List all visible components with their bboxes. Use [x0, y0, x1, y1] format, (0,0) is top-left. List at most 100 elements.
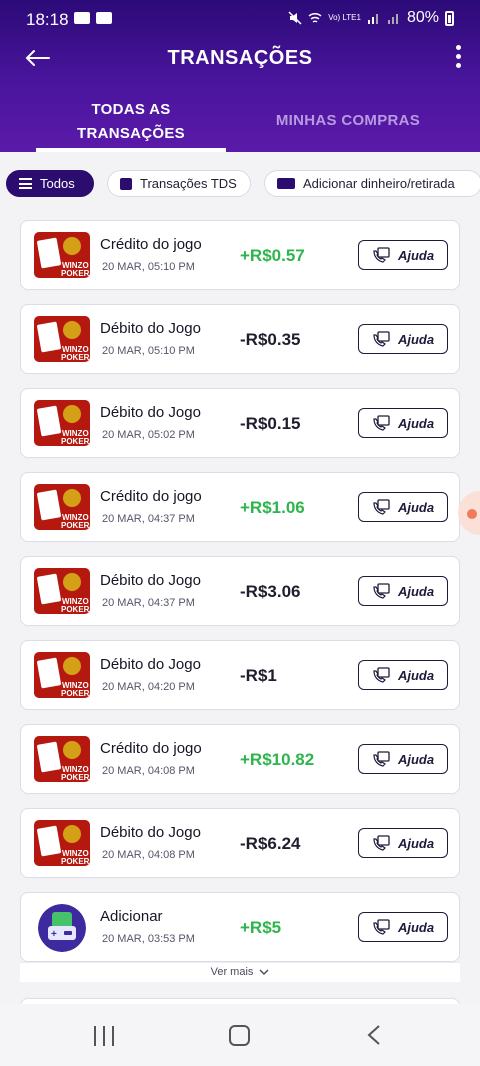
svg-text:POKER: POKER: [61, 857, 90, 866]
video-icon: [74, 12, 90, 24]
help-button[interactable]: Ajuda: [358, 240, 448, 270]
transaction-title: Crédito do jogo: [100, 740, 202, 757]
winzo-poker-icon: WINZOPOKER: [34, 400, 90, 446]
help-button[interactable]: Ajuda: [358, 912, 448, 942]
tab-bar: TODAS AS TRANSAÇÕES MINHAS COMPRAS: [0, 90, 480, 152]
list-icon: [19, 178, 32, 189]
svg-text:POKER: POKER: [61, 437, 90, 446]
support-phone-icon: [373, 583, 390, 599]
battery-percentage: 80%: [406, 9, 439, 26]
transaction-title: Débito do Jogo: [100, 824, 201, 841]
transaction-amount: +R$10.82: [240, 750, 315, 769]
transaction-title: Crédito do jogo: [100, 236, 202, 253]
winzo-poker-icon: WINZOPOKER: [34, 820, 90, 866]
svg-text:POKER: POKER: [61, 605, 90, 614]
transaction-card[interactable]: WINZO POKER Débito do Jogo 20 MAR, 05:02 …: [20, 388, 460, 458]
transaction-amount: -R$0.15: [240, 414, 301, 433]
help-button[interactable]: Ajuda: [358, 324, 448, 354]
filter-add-withdraw-chip[interactable]: Adicionar dinheiro/retirada: [264, 170, 480, 197]
status-indicators: Vo) LTE1 80%: [288, 9, 454, 27]
transaction-title: Débito do Jogo: [100, 572, 201, 589]
tab-all-transactions[interactable]: TODAS AS TRANSAÇÕES: [36, 90, 226, 152]
filter-all-label: Todos: [40, 176, 75, 191]
active-tab-indicator: [36, 148, 226, 152]
transaction-card[interactable]: WINZO POKER Débito do Jogo 20 MAR, 04:20 …: [20, 640, 460, 710]
filter-tds-chip[interactable]: Transações TDS: [107, 170, 251, 197]
status-bar: 18:18 Vo) LTE1 80%: [0, 0, 480, 38]
transaction-card[interactable]: WINZO POKER Crédito do jogo 20 MAR, 04:37…: [20, 472, 460, 542]
signal-2-icon: [387, 14, 398, 24]
transaction-title: Débito do Jogo: [100, 404, 201, 421]
transaction-date: 20 MAR, 04:37 PM: [102, 597, 195, 609]
help-label: Ajuda: [397, 499, 435, 515]
transaction-card[interactable]: WINZO POKER Crédito do jogo 20 MAR, 04:08…: [20, 724, 460, 794]
transaction-date: 20 MAR, 04:20 PM: [102, 681, 195, 693]
support-phone-icon: [373, 499, 390, 515]
help-label: Ajuda: [397, 583, 435, 599]
filter-all-chip[interactable]: Todos: [6, 170, 94, 197]
winzo-poker-icon: WINZOPOKER: [34, 568, 90, 614]
transaction-title: Adicionar: [100, 908, 163, 925]
transaction-date: 20 MAR, 04:37 PM: [102, 513, 195, 525]
svg-text:POKER: POKER: [61, 773, 90, 782]
status-time: 18:18: [26, 10, 69, 29]
more-options-icon[interactable]: [452, 43, 464, 71]
winzo-poker-icon: WINZOPOKER: [34, 316, 90, 362]
support-phone-icon: [373, 667, 390, 683]
transaction-date: 20 MAR, 04:08 PM: [102, 849, 195, 861]
help-label: Ajuda: [397, 247, 435, 263]
signal-icon: [367, 14, 378, 24]
help-button[interactable]: Ajuda: [358, 828, 448, 858]
svg-text:POKER: POKER: [61, 689, 90, 698]
gallery-icon: [96, 12, 112, 24]
chevron-down-icon: [259, 969, 269, 975]
filter-tds-label: Transações TDS: [140, 176, 237, 191]
wifi-icon: [308, 12, 322, 23]
transaction-date: 20 MAR, 05:02 PM: [102, 429, 195, 441]
help-button[interactable]: Ajuda: [358, 492, 448, 522]
document-icon: [120, 177, 132, 190]
transaction-date: 20 MAR, 05:10 PM: [102, 261, 195, 273]
transaction-card[interactable]: WINZO POKER Débito do Jogo 20 MAR, 05:10 …: [20, 304, 460, 374]
transaction-amount: +R$0.57: [240, 246, 305, 265]
tab-my-purchases-label: MINHAS COMPRAS: [275, 112, 421, 129]
battery-icon: [445, 10, 454, 26]
winzo-poker-icon: WINZOPOKER: [34, 232, 90, 278]
add-money-icon: +: [38, 904, 86, 952]
nav-back-icon[interactable]: [366, 1024, 382, 1046]
home-icon[interactable]: [229, 1025, 250, 1046]
transaction-card[interactable]: WINZO POKER Débito do Jogo 20 MAR, 04:08 …: [20, 808, 460, 878]
transaction-amount: +R$5: [240, 918, 282, 937]
help-label: Ajuda: [397, 835, 435, 851]
filter-add-withdraw-label: Adicionar dinheiro/retirada: [303, 176, 455, 191]
svg-text:POKER: POKER: [61, 521, 90, 530]
winzo-poker-icon: WINZOPOKER: [34, 652, 90, 698]
svg-text:POKER: POKER: [61, 353, 90, 362]
top-app-bar: TRANSAÇÕES: [0, 38, 480, 80]
transaction-amount: -R$0.35: [240, 330, 301, 349]
help-button[interactable]: Ajuda: [358, 408, 448, 438]
support-phone-icon: [373, 331, 390, 347]
transaction-date: 20 MAR, 03:53 PM: [102, 933, 195, 945]
app-header: 18:18 Vo) LTE1 80% TRANSAÇÕES TODAS AS T…: [0, 0, 480, 152]
see-more-button[interactable]: Ver mais: [20, 962, 460, 982]
support-phone-icon: [373, 247, 390, 263]
tab-my-purchases[interactable]: MINHAS COMPRAS: [258, 90, 438, 152]
winzo-poker-icon: WINZOPOKER: [34, 484, 90, 530]
mute-icon: [288, 11, 302, 25]
floating-assistant-bubble[interactable]: [458, 491, 480, 535]
transaction-card[interactable]: WINZO POKER Débito do Jogo 20 MAR, 04:37 …: [20, 556, 460, 626]
transaction-title: Débito do Jogo: [100, 320, 201, 337]
help-button[interactable]: Ajuda: [358, 576, 448, 606]
recent-apps-icon[interactable]: [94, 1026, 116, 1046]
transaction-amount: -R$1: [240, 666, 277, 685]
help-button[interactable]: Ajuda: [358, 660, 448, 690]
status-notification-icons: [74, 12, 112, 24]
transaction-amount: +R$1.06: [240, 498, 305, 517]
transaction-title: Débito do Jogo: [100, 656, 201, 673]
transaction-card[interactable]: + Adicionar 20 MAR, 03:53 PM +R$5 Ajuda: [20, 892, 460, 962]
transaction-card[interactable]: WINZO POKER Crédito do jogo 20 MAR, 05:10…: [20, 220, 460, 290]
help-label: Ajuda: [397, 331, 435, 347]
help-button[interactable]: Ajuda: [358, 744, 448, 774]
help-label: Ajuda: [397, 667, 435, 683]
